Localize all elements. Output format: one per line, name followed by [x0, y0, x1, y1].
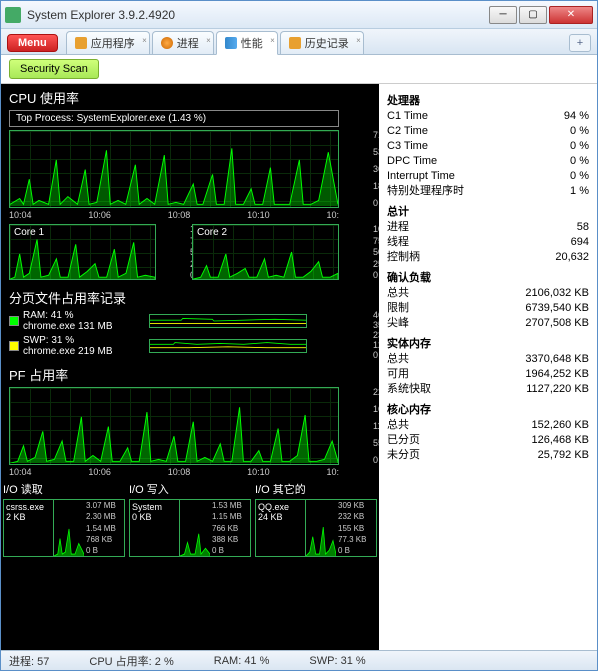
- titlebar[interactable]: System Explorer 3.9.2.4920 ─ ▢ ✕: [1, 1, 597, 29]
- stat-row: 尖峰2707,508 KB: [387, 316, 589, 331]
- minimize-button[interactable]: ─: [489, 6, 517, 24]
- stat-row: 进程58: [387, 220, 589, 235]
- history-icon: [289, 37, 301, 49]
- core1-graph[interactable]: Core 1: [9, 224, 156, 280]
- status-swp-label: SWP:: [309, 655, 337, 667]
- io-other-title: I/O 其它的: [255, 481, 377, 497]
- tab-processes[interactable]: 进程 ×: [152, 31, 214, 54]
- stat-row: 总共2106,032 KB: [387, 286, 589, 301]
- stat-row: C2 Time0 %: [387, 124, 589, 139]
- stat-row: 已分页126,468 KB: [387, 433, 589, 448]
- io-read-scale: 3.07 MB2.30 MB1.54 MB768 KB0 B: [84, 500, 124, 556]
- security-scan-button[interactable]: Security Scan: [9, 59, 99, 79]
- ram-label: RAM: 41 %: [23, 310, 113, 321]
- stat-row: 限制6739,540 KB: [387, 301, 589, 316]
- cpu-usage-title: CPU 使用率: [9, 88, 371, 107]
- app-icon: [5, 7, 21, 23]
- status-procs-label: 进程:: [9, 656, 34, 668]
- pf-scale: 22396167971119855990: [373, 387, 379, 465]
- swp-label: SWP: 31 %: [23, 335, 113, 346]
- io-read-val: 2 KB: [6, 512, 51, 522]
- apps-icon: [75, 37, 87, 49]
- menu-button[interactable]: Menu: [7, 34, 58, 52]
- stat-row: 特别处理程序时1 %: [387, 184, 589, 199]
- status-ram-val: 41 %: [244, 655, 269, 667]
- top-process-label: Top Process: SystemExplorer.exe (1.43 %): [9, 110, 339, 127]
- status-ram-label: RAM:: [214, 655, 242, 667]
- stat-row: 控制柄20,632: [387, 250, 589, 265]
- io-read-proc: csrss.exe: [6, 502, 51, 512]
- stat-row: 线程694: [387, 235, 589, 250]
- io-other-scale: 309 KB232 KB155 KB77.3 KB0 B: [336, 500, 376, 556]
- core2-scale: 100 %75 %50 %25 %0 %: [373, 224, 379, 280]
- pf-xaxis: 10:0410:0610:0810:1010:: [9, 465, 371, 477]
- stat-row: C1 Time94 %: [387, 109, 589, 124]
- stat-row: DPC Time0 %: [387, 154, 589, 169]
- kernelmem-heading: 核心内存: [387, 401, 589, 417]
- tab-close-icon[interactable]: ×: [206, 36, 211, 45]
- cpu-graph[interactable]: [9, 130, 339, 208]
- tab-close-icon[interactable]: ×: [270, 36, 275, 45]
- tab-label: 历史记录: [305, 35, 349, 51]
- status-procs-val: 57: [37, 656, 49, 668]
- pf-graph[interactable]: [9, 387, 339, 465]
- tab-close-icon[interactable]: ×: [142, 36, 147, 45]
- status-cpu-val: 2 %: [155, 656, 174, 668]
- stat-row: C3 Time0 %: [387, 139, 589, 154]
- status-swp-val: 31 %: [341, 655, 366, 667]
- io-read-graph[interactable]: csrss.exe2 KB 3.07 MB2.30 MB1.54 MB768 K…: [3, 499, 125, 557]
- io-write-scale: 1.53 MB1.15 MB766 KB388 KB0 B: [210, 500, 250, 556]
- processor-heading: 处理器: [387, 92, 589, 108]
- graphs-pane: CPU 使用率 Top Process: SystemExplorer.exe …: [1, 84, 379, 650]
- ram-proc: chrome.exe 131 MB: [23, 321, 113, 332]
- swp-color-marker: [9, 341, 19, 351]
- maximize-button[interactable]: ▢: [519, 6, 547, 24]
- ram-color-marker: [9, 316, 19, 326]
- swp-proc: chrome.exe 219 MB: [23, 346, 113, 357]
- io-write-title: I/O 写入: [129, 481, 251, 497]
- tab-label: 性能: [241, 35, 263, 51]
- io-write-graph[interactable]: System0 KB 1.53 MB1.15 MB766 KB388 KB0 B: [129, 499, 251, 557]
- status-bar: 进程: 57 CPU 占用率: 2 % RAM: 41 % SWP: 31 %: [1, 650, 597, 670]
- cpu-spikes: [10, 131, 338, 206]
- io-read-title: I/O 读取: [3, 481, 125, 497]
- io-write-val: 0 KB: [132, 512, 177, 522]
- stat-row: 总共152,260 KB: [387, 418, 589, 433]
- tab-bar: Menu 应用程序 × 进程 × 性能 × 历史记录 × +: [1, 29, 597, 55]
- stat-row: 未分页25,792 KB: [387, 448, 589, 463]
- stat-row: 系统快取1127,220 KB: [387, 382, 589, 397]
- tab-history[interactable]: 历史记录 ×: [280, 31, 364, 54]
- pagefile-title: 分页文件占用率记录: [9, 288, 371, 307]
- status-cpu-label: CPU 占用率:: [89, 656, 151, 668]
- tab-performance[interactable]: 性能 ×: [216, 31, 278, 55]
- tab-label: 应用程序: [91, 35, 135, 51]
- tab-label: 进程: [177, 35, 199, 51]
- cpu-xaxis: 10:0410:0610:0810:1010:: [9, 208, 371, 220]
- io-other-graph[interactable]: QQ.exe24 KB 309 KB232 KB155 KB77.3 KB0 B: [255, 499, 377, 557]
- pf-title: PF 占用率: [9, 365, 371, 384]
- stat-row: 总共3370,648 KB: [387, 352, 589, 367]
- io-other-val: 24 KB: [258, 512, 303, 522]
- cpu-scale: 71 %53 %36 %18 %0 %: [373, 130, 379, 208]
- window-title: System Explorer 3.9.2.4920: [27, 8, 489, 22]
- stats-pane: 处理器 C1 Time94 %C2 Time0 %C3 Time0 %DPC T…: [379, 84, 597, 650]
- tab-close-icon[interactable]: ×: [356, 36, 361, 45]
- io-write-proc: System: [132, 502, 177, 512]
- io-other-proc: QQ.exe: [258, 502, 303, 512]
- close-button[interactable]: ✕: [549, 6, 593, 24]
- swp-bar[interactable]: [149, 339, 307, 353]
- physmem-heading: 实体内存: [387, 335, 589, 351]
- toolbar: Security Scan: [1, 55, 597, 84]
- chart-icon: [225, 37, 237, 49]
- tab-apps[interactable]: 应用程序 ×: [66, 31, 150, 54]
- core2-graph[interactable]: Core 2: [192, 224, 339, 280]
- ram-bar[interactable]: [149, 314, 307, 328]
- add-tab-button[interactable]: +: [569, 34, 591, 52]
- stat-row: 可用1964,252 KB: [387, 367, 589, 382]
- gear-icon: [161, 37, 173, 49]
- commit-heading: 确认负载: [387, 269, 589, 285]
- stat-row: Interrupt Time0 %: [387, 169, 589, 184]
- totals-heading: 总计: [387, 203, 589, 219]
- pagefile-scale: 46 %35 %23 %12 %0 %: [373, 310, 379, 357]
